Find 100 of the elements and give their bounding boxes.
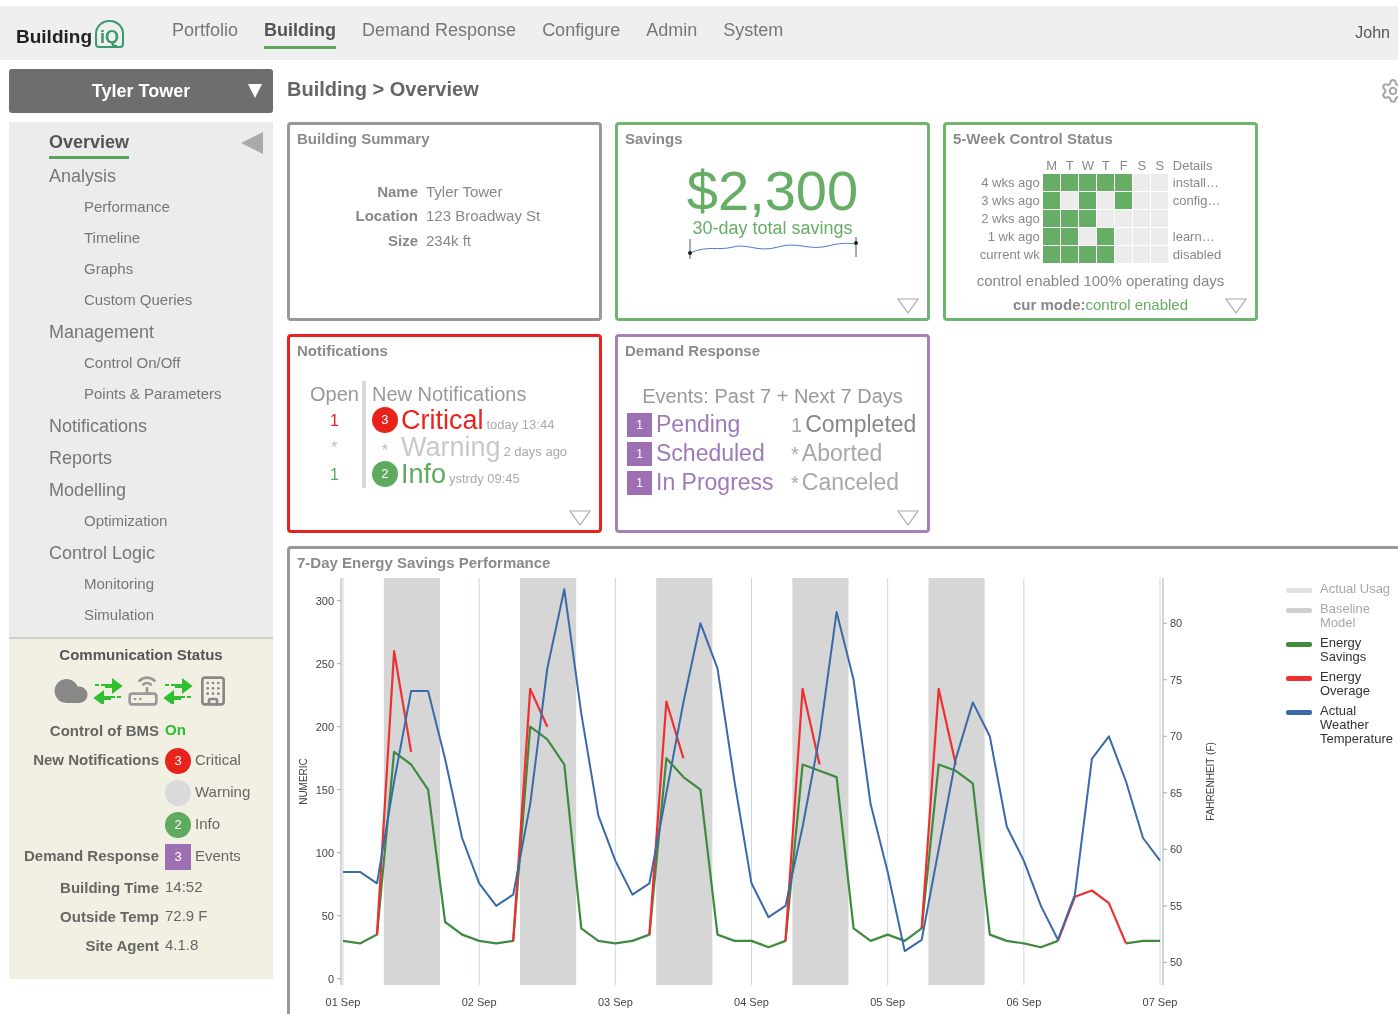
breadcrumb: Building > Overview	[287, 77, 479, 102]
card-title: Demand Response	[624, 341, 762, 361]
menu-item[interactable]: Modelling	[49, 476, 127, 504]
week-label: current wk	[979, 245, 1040, 264]
axis-tick-label: 05 Sep	[870, 996, 906, 1008]
card-title: 7-Day Energy Savings Performance	[296, 553, 552, 573]
week-detail: install…	[1172, 173, 1220, 192]
axis-tick-label: 03 Sep	[597, 996, 633, 1008]
control-summary: control enabled 100% operating days	[975, 270, 1226, 291]
axis-tick-label: 02 Sep	[461, 996, 497, 1008]
details-heading: Details	[1172, 156, 1214, 174]
legend-label[interactable]: Actual Weather Temperature	[1320, 704, 1398, 746]
menu-item[interactable]: Reports	[49, 444, 113, 472]
count-badge: 2	[165, 811, 191, 838]
submenu-item[interactable]: Timeline	[84, 227, 141, 250]
axis-tick-label: 150	[315, 783, 334, 796]
menu-item[interactable]: Overview	[49, 129, 130, 159]
collapse-triangle-icon[interactable]	[240, 131, 264, 155]
status-value: Events	[195, 846, 241, 867]
event-count: *	[791, 470, 799, 496]
nav-tab[interactable]: Building	[264, 17, 337, 49]
count-badge: 1	[627, 470, 652, 495]
status-label: Control of BMS	[48, 720, 159, 741]
axis-tick-label: 50	[1170, 956, 1183, 969]
count-badge: 2	[371, 461, 398, 487]
dropdown-triangle-icon	[247, 83, 263, 99]
logo-text: Building	[16, 27, 92, 46]
menu-item[interactable]: Management	[49, 318, 155, 346]
menu-item[interactable]: Notifications	[49, 412, 148, 440]
exchange-arrows-icon	[163, 677, 193, 704]
nav-tab[interactable]: Configure	[542, 17, 621, 49]
legend-label[interactable]: Baseline Model	[1320, 602, 1398, 630]
events-heading: Events: Past 7 + Next 7 Days	[641, 383, 904, 409]
expand-triangle-icon[interactable]	[569, 510, 591, 526]
nav-tab[interactable]: Demand Response	[362, 17, 517, 49]
field-label: Size	[387, 230, 418, 251]
legend-label[interactable]: Energy Overage	[1320, 670, 1398, 698]
axis-tick-label: 55	[1170, 899, 1183, 912]
axis-tick-label: 80	[1170, 617, 1183, 630]
status-value: 4.1.8	[165, 934, 200, 955]
field-value: Tyler Tower	[426, 181, 504, 202]
week-detail: learn…	[1172, 227, 1216, 246]
submenu-item[interactable]: Optimization	[84, 510, 168, 533]
menu-item[interactable]: Analysis	[49, 162, 117, 190]
count-badge: 3	[165, 747, 191, 774]
column-heading: Open	[310, 381, 359, 407]
submenu-item[interactable]: Custom Queries	[84, 289, 193, 312]
exchange-arrows-icon	[93, 677, 123, 704]
nav-tab[interactable]: System	[723, 17, 784, 49]
building-selector[interactable]: Tyler Tower	[9, 69, 273, 113]
notification-level[interactable]: Info	[400, 460, 446, 488]
expand-triangle-icon[interactable]	[1225, 298, 1247, 314]
event-count: *	[791, 441, 799, 467]
notification-time: 2 days ago	[503, 442, 568, 461]
axis-tick-label: 200	[315, 720, 334, 733]
expand-triangle-icon[interactable]	[897, 298, 919, 314]
week-detail: disabled	[1172, 245, 1222, 264]
submenu-item[interactable]: Graphs	[84, 258, 134, 281]
mode-value: control enabled	[1085, 296, 1189, 313]
axis-tick-label: 250	[315, 657, 334, 670]
submenu-item[interactable]: Control On/Off	[84, 352, 181, 375]
menu-item[interactable]: Control Logic	[49, 539, 156, 567]
submenu-item[interactable]: Simulation	[84, 604, 155, 627]
submenu-item[interactable]: Monitoring	[84, 573, 155, 596]
user-menu[interactable]: John	[1355, 21, 1390, 45]
nav-tab[interactable]: Admin	[646, 17, 698, 49]
notification-level[interactable]: Critical	[400, 406, 484, 434]
router-icon	[127, 674, 159, 707]
week-detail: config…	[1172, 191, 1222, 210]
submenu-item[interactable]: Performance	[84, 196, 170, 219]
status-value: 72.9 F	[165, 905, 209, 926]
status-value: Warning	[195, 782, 251, 803]
axis-tick-label: 07 Sep	[1142, 996, 1178, 1008]
event-count: 1	[791, 412, 803, 438]
axis-title: FAHRENHEIT (F)	[1205, 742, 1216, 821]
axis-tick-label: 300	[315, 594, 334, 607]
axis-tick-label: 60	[1170, 843, 1183, 856]
field-label: Name	[376, 181, 418, 202]
field-value: 123 Broadway St	[426, 206, 542, 226]
nav-tab[interactable]: Portfolio	[172, 17, 239, 49]
card-title: Savings	[624, 129, 684, 149]
status-label: Site Agent	[84, 935, 159, 956]
day-heading: M	[1045, 156, 1059, 174]
status-label: Outside Temp	[59, 906, 159, 927]
field-value: 234k ft	[426, 230, 473, 251]
status-label: Demand Response	[22, 846, 159, 867]
expand-triangle-icon[interactable]	[897, 510, 919, 526]
card-title: 5-Week Control Status	[952, 129, 1114, 149]
status-label: New Notifications	[32, 750, 159, 771]
axis-tick-label: 75	[1170, 673, 1183, 686]
day-heading: W	[1080, 156, 1095, 174]
status-value: Info	[195, 814, 221, 835]
panel-title: Communication Status	[58, 645, 224, 665]
column-heading: New Notifications	[371, 381, 528, 407]
submenu-item[interactable]: Points & Parameters	[84, 383, 222, 406]
count-badge	[165, 779, 191, 806]
open-count: 1	[330, 464, 339, 485]
legend-label[interactable]: Energy Savings	[1320, 636, 1398, 664]
week-label: 2 wks ago	[981, 209, 1040, 228]
legend-label[interactable]: Actual Usag	[1320, 582, 1391, 596]
